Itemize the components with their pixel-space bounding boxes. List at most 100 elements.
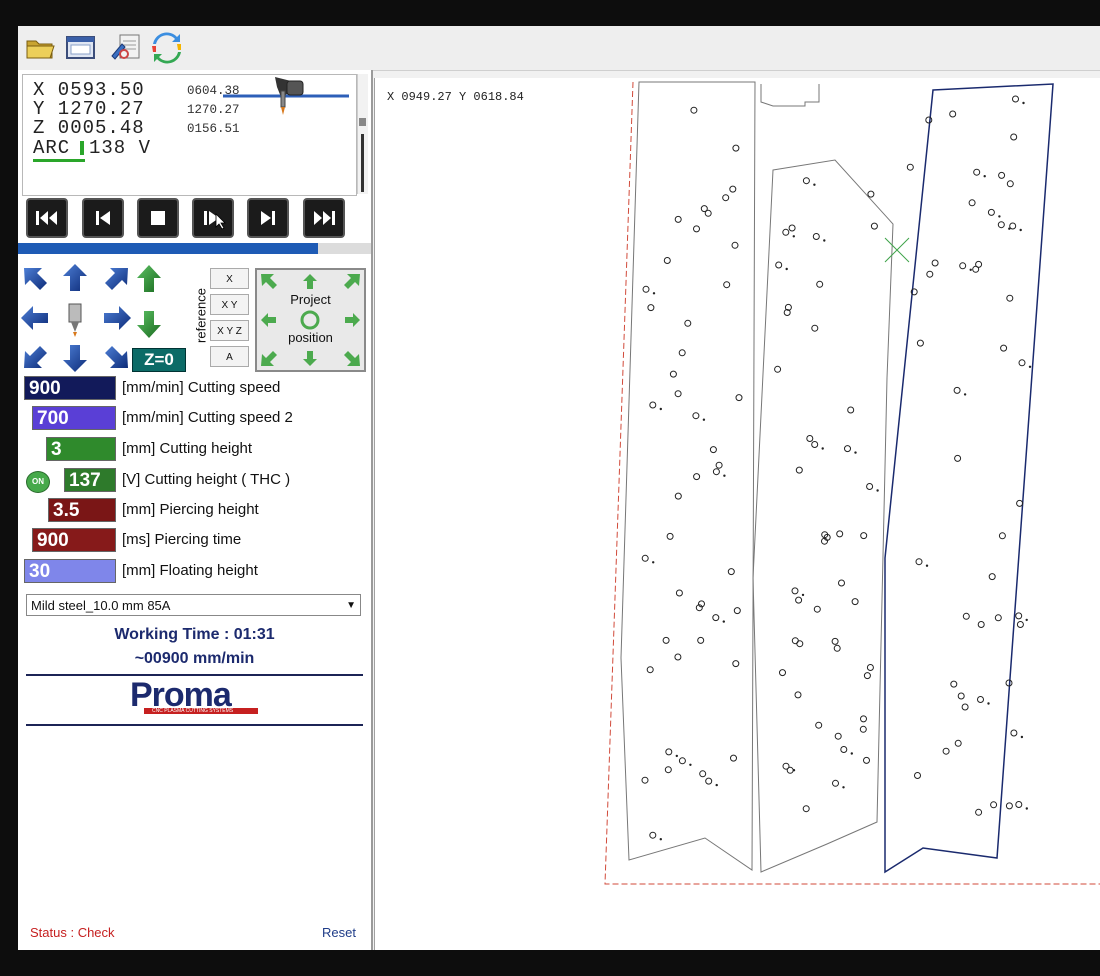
pierce-hole — [968, 199, 976, 207]
cutting-speed-field[interactable]: 900 — [24, 376, 116, 400]
ref-xy-button[interactable]: X Y — [210, 294, 249, 315]
dro-arc-value: 138 V — [89, 137, 152, 159]
pierce-dot — [659, 838, 662, 841]
status-text: Status : Check — [30, 925, 115, 940]
folder-open-icon[interactable] — [24, 32, 56, 62]
reset-link[interactable]: Reset — [322, 925, 356, 940]
config-icon[interactable] — [110, 32, 142, 62]
pierce-dot — [813, 183, 816, 186]
pierce-hole — [997, 221, 1005, 229]
pierce-hole — [949, 110, 957, 118]
skip-back-icon[interactable] — [26, 198, 68, 238]
pierce-hole — [692, 412, 700, 420]
pierce-hole — [699, 770, 707, 778]
pierce-hole — [950, 680, 958, 688]
refresh-icon[interactable] — [150, 32, 182, 64]
pierce-hole — [959, 262, 967, 270]
thc-toggle[interactable]: ON — [26, 471, 50, 493]
pierce-hole — [866, 483, 874, 490]
pierce-dot — [792, 235, 795, 238]
pierce-hole — [863, 672, 871, 680]
pierce-dot — [1028, 365, 1032, 368]
chevron-down-icon: ▼ — [346, 600, 356, 611]
position-label: position — [288, 330, 333, 345]
pierce-dot — [876, 489, 879, 492]
pierce-hole — [642, 285, 650, 293]
pierce-dot — [842, 786, 845, 789]
cutting-height-field[interactable]: 3 — [46, 437, 116, 461]
pierce-hole — [954, 454, 962, 462]
pierce-hole — [998, 532, 1006, 540]
param-row-piercing-time: 900 [ms] Piercing time — [18, 528, 371, 554]
pierce-dot — [963, 393, 967, 396]
pierce-hole — [646, 666, 654, 674]
pierce-hole — [665, 748, 673, 756]
pierce-hole — [678, 757, 686, 765]
torch-height-icon — [223, 77, 349, 115]
pierce-hole — [1018, 359, 1026, 367]
pierce-hole — [722, 194, 730, 202]
play-icon[interactable] — [192, 198, 234, 238]
thc-voltage-field[interactable]: 137 — [64, 468, 116, 492]
drawing-canvas[interactable]: X 0949.27 Y 0618.84 — [374, 78, 1100, 950]
pierce-hole — [931, 259, 939, 267]
pierce-hole — [914, 772, 921, 779]
pierce-hole — [723, 281, 731, 289]
pierce-dot — [1025, 807, 1028, 810]
pierce-hole — [863, 756, 870, 764]
pierce-hole — [994, 614, 1002, 622]
pierce-dot — [998, 215, 1001, 218]
pierce-hole — [833, 644, 841, 652]
coordinate-readout: X 0593.50 Y 1270.27 Z 0005.48 ARC 138 V … — [22, 74, 357, 196]
jog-panel: Z=0 reference X X Y X Y Z A Project posi… — [18, 262, 371, 374]
project-arrows-icon — [261, 274, 360, 366]
pierce-hole — [712, 614, 720, 622]
ref-a-button[interactable]: A — [210, 346, 249, 367]
progress-bar — [18, 243, 318, 254]
dro-z-sub: 0156.51 — [187, 122, 240, 136]
pierce-dot — [702, 418, 706, 421]
window-icon[interactable] — [64, 32, 96, 62]
dro-scrollbar[interactable] — [357, 74, 368, 194]
pierce-hole — [1009, 222, 1017, 230]
pierce-hole — [998, 171, 1006, 179]
ref-xyz-button[interactable]: X Y Z — [210, 320, 249, 341]
piercing-height-field[interactable]: 3.5 — [48, 498, 116, 522]
pierce-hole — [733, 607, 741, 615]
pierce-hole — [693, 473, 701, 481]
pierce-hole — [700, 205, 708, 213]
material-value: Mild steel_10.0 mm 85A — [31, 598, 171, 613]
piercing-time-field[interactable]: 900 — [32, 528, 116, 552]
project-position-button[interactable]: Project position — [255, 268, 366, 372]
pierce-hole — [662, 636, 670, 644]
pierce-hole — [840, 746, 848, 753]
stop-icon[interactable] — [137, 198, 179, 238]
cutting-speed-2-field[interactable]: 700 — [32, 406, 116, 430]
param-row-cutting-speed-2: 700 [mm/min] Cutting speed 2 — [18, 406, 371, 432]
ref-x-button[interactable]: X — [210, 268, 249, 289]
pierce-dot — [652, 292, 656, 295]
pierce-dot — [801, 593, 805, 597]
step-forward-icon[interactable] — [247, 198, 289, 238]
pierce-hole — [674, 492, 682, 500]
z-zero-button[interactable]: Z=0 — [132, 348, 186, 372]
step-back-icon[interactable] — [82, 198, 124, 238]
pierce-hole — [806, 435, 814, 442]
pierce-hole — [779, 669, 786, 677]
pierce-hole — [811, 441, 819, 448]
thc-label: [V] Cutting height ( THC ) — [122, 471, 291, 488]
pierce-hole — [802, 177, 810, 185]
pierce-hole — [987, 208, 995, 216]
skip-forward-icon[interactable] — [303, 198, 345, 238]
pierce-hole — [812, 233, 820, 240]
pierce-dot — [850, 752, 853, 755]
pierce-hole — [727, 568, 735, 576]
pierce-hole — [866, 664, 874, 671]
material-select[interactable]: Mild steel_10.0 mm 85A ▼ — [26, 594, 361, 616]
pierce-hole — [1010, 133, 1018, 141]
arc-underline — [33, 159, 85, 162]
floating-height-field[interactable]: 30 — [24, 559, 116, 583]
pierce-hole — [977, 621, 985, 628]
pierce-hole — [847, 406, 855, 414]
pierce-hole — [795, 596, 803, 604]
